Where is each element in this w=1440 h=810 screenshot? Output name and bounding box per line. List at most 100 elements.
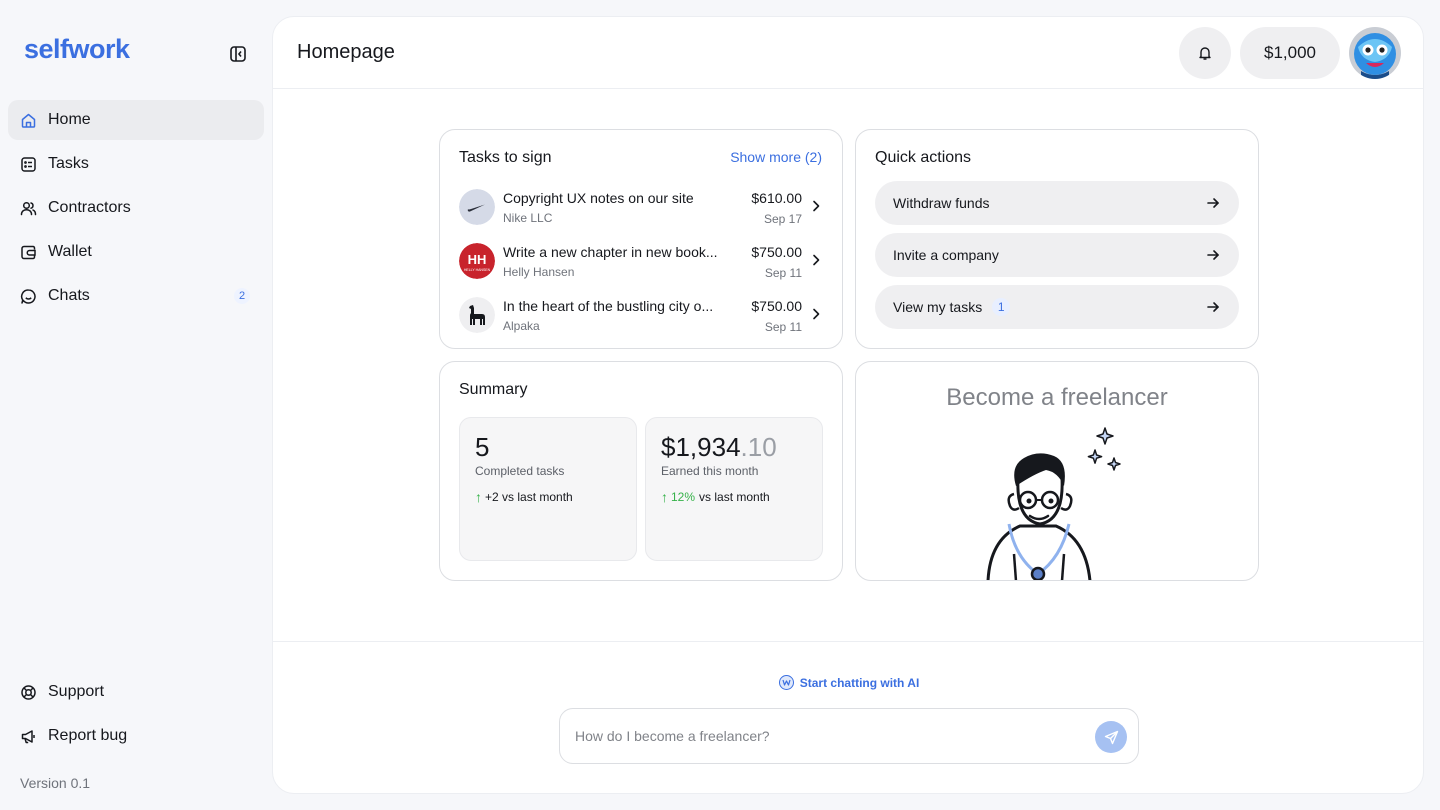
task-company: Nike LLC	[503, 211, 553, 225]
sidebar-item-home[interactable]: Home	[8, 100, 264, 140]
chat-input-box	[559, 708, 1139, 764]
quick-actions-card: Quick actions Withdraw funds Invite a co…	[855, 129, 1259, 349]
start-chatting-ai-link[interactable]: Start chatting with AI	[273, 675, 1423, 690]
users-icon	[20, 200, 37, 217]
task-company: Alpaka	[503, 319, 540, 333]
sidebar-item-label: Chats	[48, 287, 90, 304]
task-date: Sep 11	[764, 266, 802, 280]
wallet-icon	[20, 244, 37, 261]
sidebar-item-support[interactable]: Support	[8, 672, 264, 712]
stat-value: 5	[475, 432, 490, 462]
stat-trend: ↑ 12% vs last month	[661, 489, 770, 505]
task-row[interactable]: HH HELLY HANSEN Write a new chapter in ne…	[459, 240, 823, 280]
task-title: Write a new chapter in new book...	[503, 244, 718, 260]
balance-button[interactable]: $1,000	[1240, 27, 1340, 79]
megaphone-icon	[20, 728, 37, 745]
become-freelancer-card[interactable]: Become a freelancer	[855, 361, 1259, 581]
arrow-right-icon	[1205, 195, 1221, 211]
value-main: $1,934	[661, 432, 741, 462]
sidebar-item-label: Home	[48, 111, 91, 128]
sidebar-item-chats[interactable]: Chats 2	[8, 276, 264, 316]
action-label: Withdraw funds	[893, 195, 990, 211]
task-company: Helly Hansen	[503, 265, 575, 279]
svg-text:HELLY HANSEN: HELLY HANSEN	[464, 268, 491, 272]
selfwork-logo[interactable]: selfwork	[24, 34, 130, 65]
freelancer-illustration	[976, 424, 1146, 580]
action-label: Invite a company	[893, 247, 999, 263]
svg-text:HH: HH	[468, 252, 487, 267]
task-count-badge: 1	[992, 298, 1011, 316]
value-decimal: .10	[740, 432, 777, 462]
trend-text: +2 vs last month	[485, 490, 573, 504]
chevron-right-icon	[809, 253, 823, 267]
trend-percent: 12%	[671, 490, 696, 504]
earned-stat: $1,934.10 Earned this month ↑ 12% vs las…	[645, 417, 823, 561]
task-title: Copyright UX notes on our site	[503, 190, 694, 206]
bell-icon	[1197, 45, 1213, 61]
sidebar-item-label: Report bug	[48, 727, 128, 744]
task-amount: $750.00	[751, 298, 802, 314]
card-title: Become a freelancer	[946, 384, 1168, 411]
arrow-up-icon: ↑	[661, 489, 668, 505]
card-title: Tasks to sign	[459, 149, 552, 166]
completed-tasks-stat: 5 Completed tasks ↑ +2 vs last month	[459, 417, 637, 561]
sidebar-item-label: Wallet	[48, 243, 92, 260]
stat-label: Earned this month	[661, 464, 759, 478]
task-row[interactable]: In the heart of the bustling city o... A…	[459, 294, 823, 334]
send-button[interactable]	[1095, 721, 1127, 753]
helly-hansen-logo: HH HELLY HANSEN	[459, 243, 495, 279]
sidebar-item-tasks[interactable]: Tasks	[8, 144, 264, 184]
trend-text: vs last month	[699, 490, 770, 504]
lifebuoy-icon	[20, 684, 37, 701]
sidebar-item-label: Contractors	[48, 199, 131, 216]
chevron-right-icon	[809, 199, 823, 213]
card-title: Quick actions	[875, 149, 972, 166]
invite-company-button[interactable]: Invite a company	[875, 233, 1239, 277]
alpaka-logo	[459, 297, 495, 333]
nike-logo	[459, 189, 495, 225]
sidebar: selfwork Home Tasks Contractors Wallet C…	[0, 0, 272, 810]
stat-value: $1,934.10	[661, 432, 777, 463]
sidebar-item-contractors[interactable]: Contractors	[8, 188, 264, 228]
task-title: In the heart of the bustling city o...	[503, 298, 714, 314]
top-bar: Homepage $1,000	[273, 17, 1423, 89]
task-date: Sep 11	[764, 320, 802, 334]
task-row[interactable]: Copyright UX notes on our site Nike LLC …	[459, 186, 823, 226]
withdraw-funds-button[interactable]: Withdraw funds	[875, 181, 1239, 225]
card-title: Summary	[459, 381, 528, 398]
unread-badge: 2	[234, 288, 250, 304]
link-label: Start chatting with AI	[799, 675, 920, 690]
version-label: Version 0.1	[20, 775, 91, 791]
chat-input[interactable]	[575, 725, 1075, 747]
home-icon	[20, 112, 37, 129]
main-nav: Home Tasks Contractors Wallet Chats 2	[8, 100, 264, 320]
sidebar-item-report-bug[interactable]: Report bug	[8, 716, 264, 756]
tasks-icon	[20, 156, 37, 173]
chevron-right-icon	[809, 307, 823, 321]
arrow-right-icon	[1205, 247, 1221, 263]
ai-sparkle-icon	[778, 675, 794, 690]
task-amount: $610.00	[751, 190, 802, 206]
main-panel: Homepage $1,000 Tasks to sign Show more …	[272, 16, 1424, 794]
view-my-tasks-button[interactable]: View my tasks 1	[875, 285, 1239, 329]
action-label: View my tasks	[893, 299, 983, 315]
sidebar-item-label: Tasks	[48, 155, 89, 172]
summary-card: Summary 5 Completed tasks ↑ +2 vs last m…	[439, 361, 843, 581]
send-icon	[1104, 730, 1119, 745]
arrow-up-icon: ↑	[475, 489, 482, 505]
stat-trend: ↑ +2 vs last month	[475, 489, 573, 505]
collapse-sidebar-icon[interactable]	[228, 44, 248, 64]
sidebar-item-wallet[interactable]: Wallet	[8, 232, 264, 272]
ai-chat-section: Start chatting with AI	[273, 641, 1423, 793]
sidebar-item-label: Support	[48, 683, 105, 700]
chat-icon	[20, 288, 37, 305]
show-more-link[interactable]: Show more (2)	[730, 149, 822, 165]
tasks-to-sign-card: Tasks to sign Show more (2) Copyright UX…	[439, 129, 843, 349]
arrow-right-icon	[1205, 299, 1221, 315]
notifications-button[interactable]	[1179, 27, 1231, 79]
page-title: Homepage	[297, 41, 395, 63]
task-date: Sep 17	[763, 212, 802, 226]
stat-label: Completed tasks	[475, 464, 565, 478]
user-avatar[interactable]	[1349, 27, 1401, 79]
bottom-nav: Support Report bug	[8, 672, 264, 760]
